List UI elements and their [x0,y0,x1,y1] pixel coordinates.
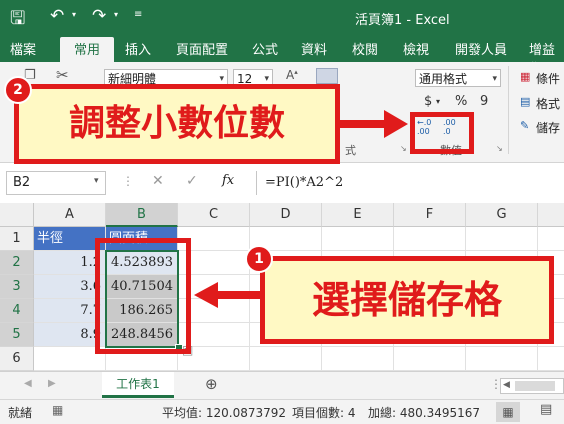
normal-view-icon[interactable]: ▦ [496,402,520,422]
cell-styles-button[interactable]: 儲存 [536,119,560,136]
status-bar: 就緒 ▦ 平均值: 120.0873792 項目個數: 4 加總: 480.34… [0,399,564,424]
align-button[interactable] [316,68,338,84]
status-sum[interactable]: 加總: 480.3495167 [368,404,480,421]
customize-qat-icon[interactable]: ≡ [134,9,142,20]
page-layout-view-icon[interactable]: ▤ [540,402,552,417]
scroll-left-icon[interactable]: ◀ [503,380,510,390]
number-format-value: 通用格式 [419,72,468,86]
format-as-table-icon: ▤ [520,95,531,108]
scroll-right-icon[interactable]: ▶ [48,378,56,389]
redo-icon[interactable]: ↷ [92,6,106,26]
row-header-4[interactable]: 4 [0,299,34,323]
column-header-a[interactable]: A [34,203,106,227]
undo-icon[interactable]: ↶ [50,6,64,26]
callout-step2-badge: 2 [4,76,32,104]
tab-data[interactable]: 資料 [301,39,327,58]
cancel-icon[interactable]: ✕ [152,173,164,189]
column-header-b[interactable]: B [106,203,178,227]
callout-step2: 調整小數位數 [14,84,340,164]
macro-record-icon[interactable]: ▦ [52,403,63,417]
save-icon[interactable]: 🖫 [10,6,25,36]
chevron-down-icon[interactable]: ▾ [94,176,99,186]
status-average[interactable]: 平均值: 120.0873792 [162,404,286,421]
horizontal-scrollbar[interactable]: ◀ [500,378,564,394]
increase-font-icon[interactable]: A▴ [286,68,298,82]
select-all-corner[interactable] [0,203,34,227]
name-box[interactable]: B2 [6,171,106,195]
scroll-left-icon[interactable]: ◀ [24,378,32,389]
column-header-e[interactable]: E [322,203,394,227]
conditional-format-icon: ▦ [520,70,531,83]
tab-developer[interactable]: 開發人員 [455,39,507,58]
sheet-tab-bar: ◀ ▶ 工作表1 ⊕ ⋮ ◀ [0,371,564,400]
status-count[interactable]: 項目個數: 4 [292,404,356,421]
arrow-right-icon [340,110,408,138]
cut-icon[interactable]: ✂ [56,66,69,84]
formula-input[interactable]: =PI()*A2^2 [256,171,564,195]
comma-button[interactable]: 9 [480,94,488,109]
add-sheet-button[interactable]: ⊕ [205,375,218,393]
column-header-d[interactable]: D [250,203,322,227]
group-divider [508,66,509,154]
cell-styles-icon: ✎ [520,119,530,132]
row-header-2[interactable]: 2 [0,251,34,275]
more-dots-icon: ⋮ [122,174,134,188]
insert-function-button[interactable]: fx [222,173,234,188]
tab-review[interactable]: 校閱 [352,39,378,58]
conditional-format-button[interactable]: 條件 [536,70,560,87]
undo-dropdown-icon[interactable]: ▾ [72,10,76,19]
enter-icon[interactable]: ✓ [186,173,198,189]
title-bar: 🖫 ↶ ▾ ↷ ▾ ≡ 活頁簿1 - Excel [0,0,564,34]
tab-file[interactable]: 檔案 [10,39,36,58]
callout-step1: 選擇儲存格 [260,256,554,344]
callout-step1-badge: 1 [245,245,273,273]
ribbon-tab-bar: 檔案 常用 插入 頁面配置 公式 資料 校閱 檢視 開發人員 增益集 [0,34,564,77]
column-header-g[interactable]: G [466,203,538,227]
sheet-tab-active[interactable]: 工作表1 [102,372,174,398]
row-header-6[interactable]: 6 [0,347,34,371]
scrollbar-thumb[interactable] [515,381,555,391]
column-header-f[interactable]: F [394,203,466,227]
column-header-c[interactable]: C [178,203,250,227]
percent-button[interactable]: % [455,94,467,109]
row-header-1[interactable]: 1 [0,227,34,251]
tab-view[interactable]: 檢視 [403,39,429,58]
name-box-value: B2 [13,175,31,190]
selected-cells-highlight [95,238,191,354]
chevron-down-icon[interactable]: ▾ [436,97,440,106]
arrow-left-icon [194,282,264,308]
formula-text: =PI()*A2^2 [265,175,344,190]
row-header-5[interactable]: 5 [0,323,34,347]
tab-page-layout[interactable]: 頁面配置 [176,39,228,58]
status-mode: 就緒 [8,406,33,420]
formula-bar: B2 ▾ ⋮ ✕ ✓ fx =PI()*A2^2 [0,168,564,198]
decimal-buttons-highlight [410,112,474,154]
row-header-3[interactable]: 3 [0,275,34,299]
number-format-combo[interactable]: 通用格式 ▾ [415,69,501,87]
tab-insert[interactable]: 插入 [125,39,151,58]
currency-button[interactable]: $ [424,94,432,109]
dialog-launcher-icon[interactable]: ↘ [400,144,407,153]
alignment-group-label: 式 [345,144,356,157]
format-as-table-button[interactable]: 格式 [536,95,560,112]
dialog-launcher-icon[interactable]: ↘ [496,144,503,153]
tab-home[interactable]: 常用 [60,37,115,64]
redo-dropdown-icon[interactable]: ▾ [114,10,118,19]
column-header-h[interactable] [538,203,564,227]
tab-formulas[interactable]: 公式 [252,39,278,58]
chevron-down-icon: ▾ [492,74,497,84]
window-title: 活頁簿1 - Excel [355,13,450,28]
